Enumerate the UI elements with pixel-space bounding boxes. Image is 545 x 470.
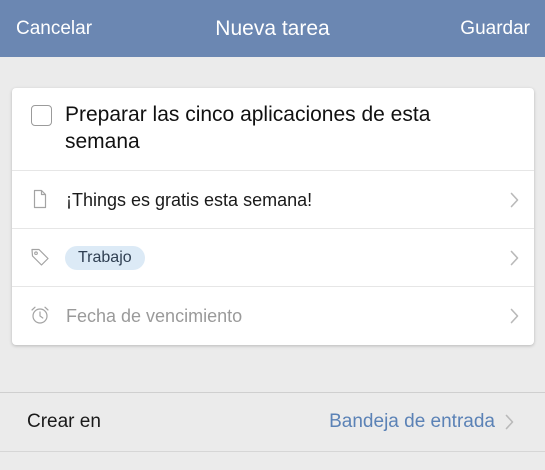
chevron-right-icon [510, 308, 519, 324]
task-title-row: Preparar las cinco aplicaciones de esta … [12, 88, 534, 170]
task-card: Preparar las cinco aplicaciones de esta … [12, 88, 534, 345]
alarm-clock-icon [31, 306, 49, 324]
document-icon [33, 189, 47, 209]
tags-row[interactable]: Trabajo [12, 228, 534, 286]
chevron-right-icon [510, 192, 519, 208]
save-button[interactable]: Guardar [460, 0, 530, 57]
notes-text: ¡Things es gratis esta semana! [66, 190, 313, 210]
notes-row[interactable]: ¡Things es gratis esta semana! [12, 170, 534, 228]
create-in-label: Crear en [27, 411, 101, 432]
chevron-right-icon [505, 414, 514, 430]
create-in-value: Bandeja de entrada [329, 411, 495, 432]
task-title-field[interactable]: Preparar las cinco aplicaciones de esta … [65, 101, 505, 155]
chevron-right-icon [510, 250, 519, 266]
navigation-bar: Cancelar Nueva tarea Guardar [0, 0, 545, 57]
tag-chip[interactable]: Trabajo [65, 246, 145, 270]
tag-icon [31, 248, 49, 266]
create-in-row[interactable]: Crear en Bandeja de entrada [0, 393, 545, 451]
divider [0, 451, 545, 452]
due-date-row[interactable]: Fecha de vencimiento [12, 286, 534, 344]
due-date-placeholder: Fecha de vencimiento [66, 306, 243, 326]
task-checkbox[interactable] [31, 105, 52, 126]
